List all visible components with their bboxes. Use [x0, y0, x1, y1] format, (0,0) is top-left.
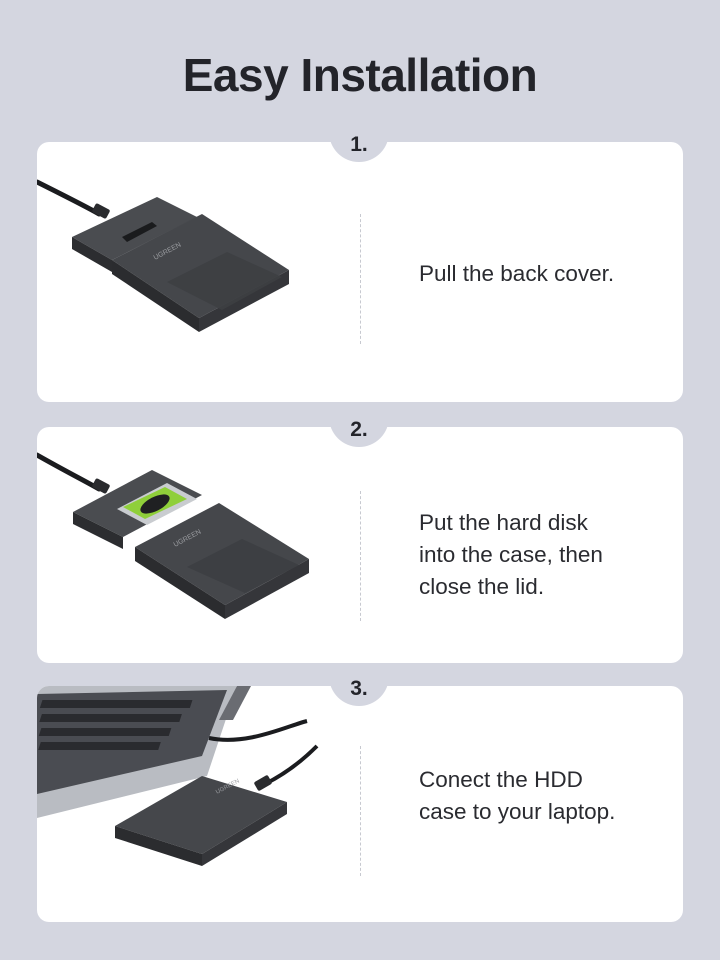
step-3-line: case to your laptop. [419, 799, 616, 824]
dashed-divider [360, 214, 361, 344]
step-2-line: close the lid. [419, 574, 545, 599]
page-title: Easy Installation [182, 49, 538, 101]
laptop-connection-illustration: UGREEN [37, 686, 319, 866]
step-2-text: Put the hard disk into the case, then cl… [419, 507, 669, 603]
enclosure-insert-disk-illustration: UGREEN [37, 452, 309, 619]
step-card-2: UGREEN Put the hard disk into the case, … [37, 427, 683, 663]
step-1-line: Pull the back cover. [419, 261, 615, 286]
step-card-3: UGREEN Conect the HDD case to your lapto… [37, 686, 683, 922]
step-card-1: UGREEN Pull the back cover. [37, 142, 683, 402]
step-2-line: into the case, then [419, 542, 603, 567]
step-1-text: Pull the back cover. [419, 258, 669, 290]
enclosure-open-cover-illustration: UGREEN [37, 179, 289, 332]
step-3-text: Conect the HDD case to your laptop. [419, 764, 669, 828]
dashed-divider [360, 746, 361, 876]
step-3-line: Conect the HDD [419, 767, 583, 792]
step-2-line: Put the hard disk [419, 510, 588, 535]
dashed-divider [360, 491, 361, 621]
